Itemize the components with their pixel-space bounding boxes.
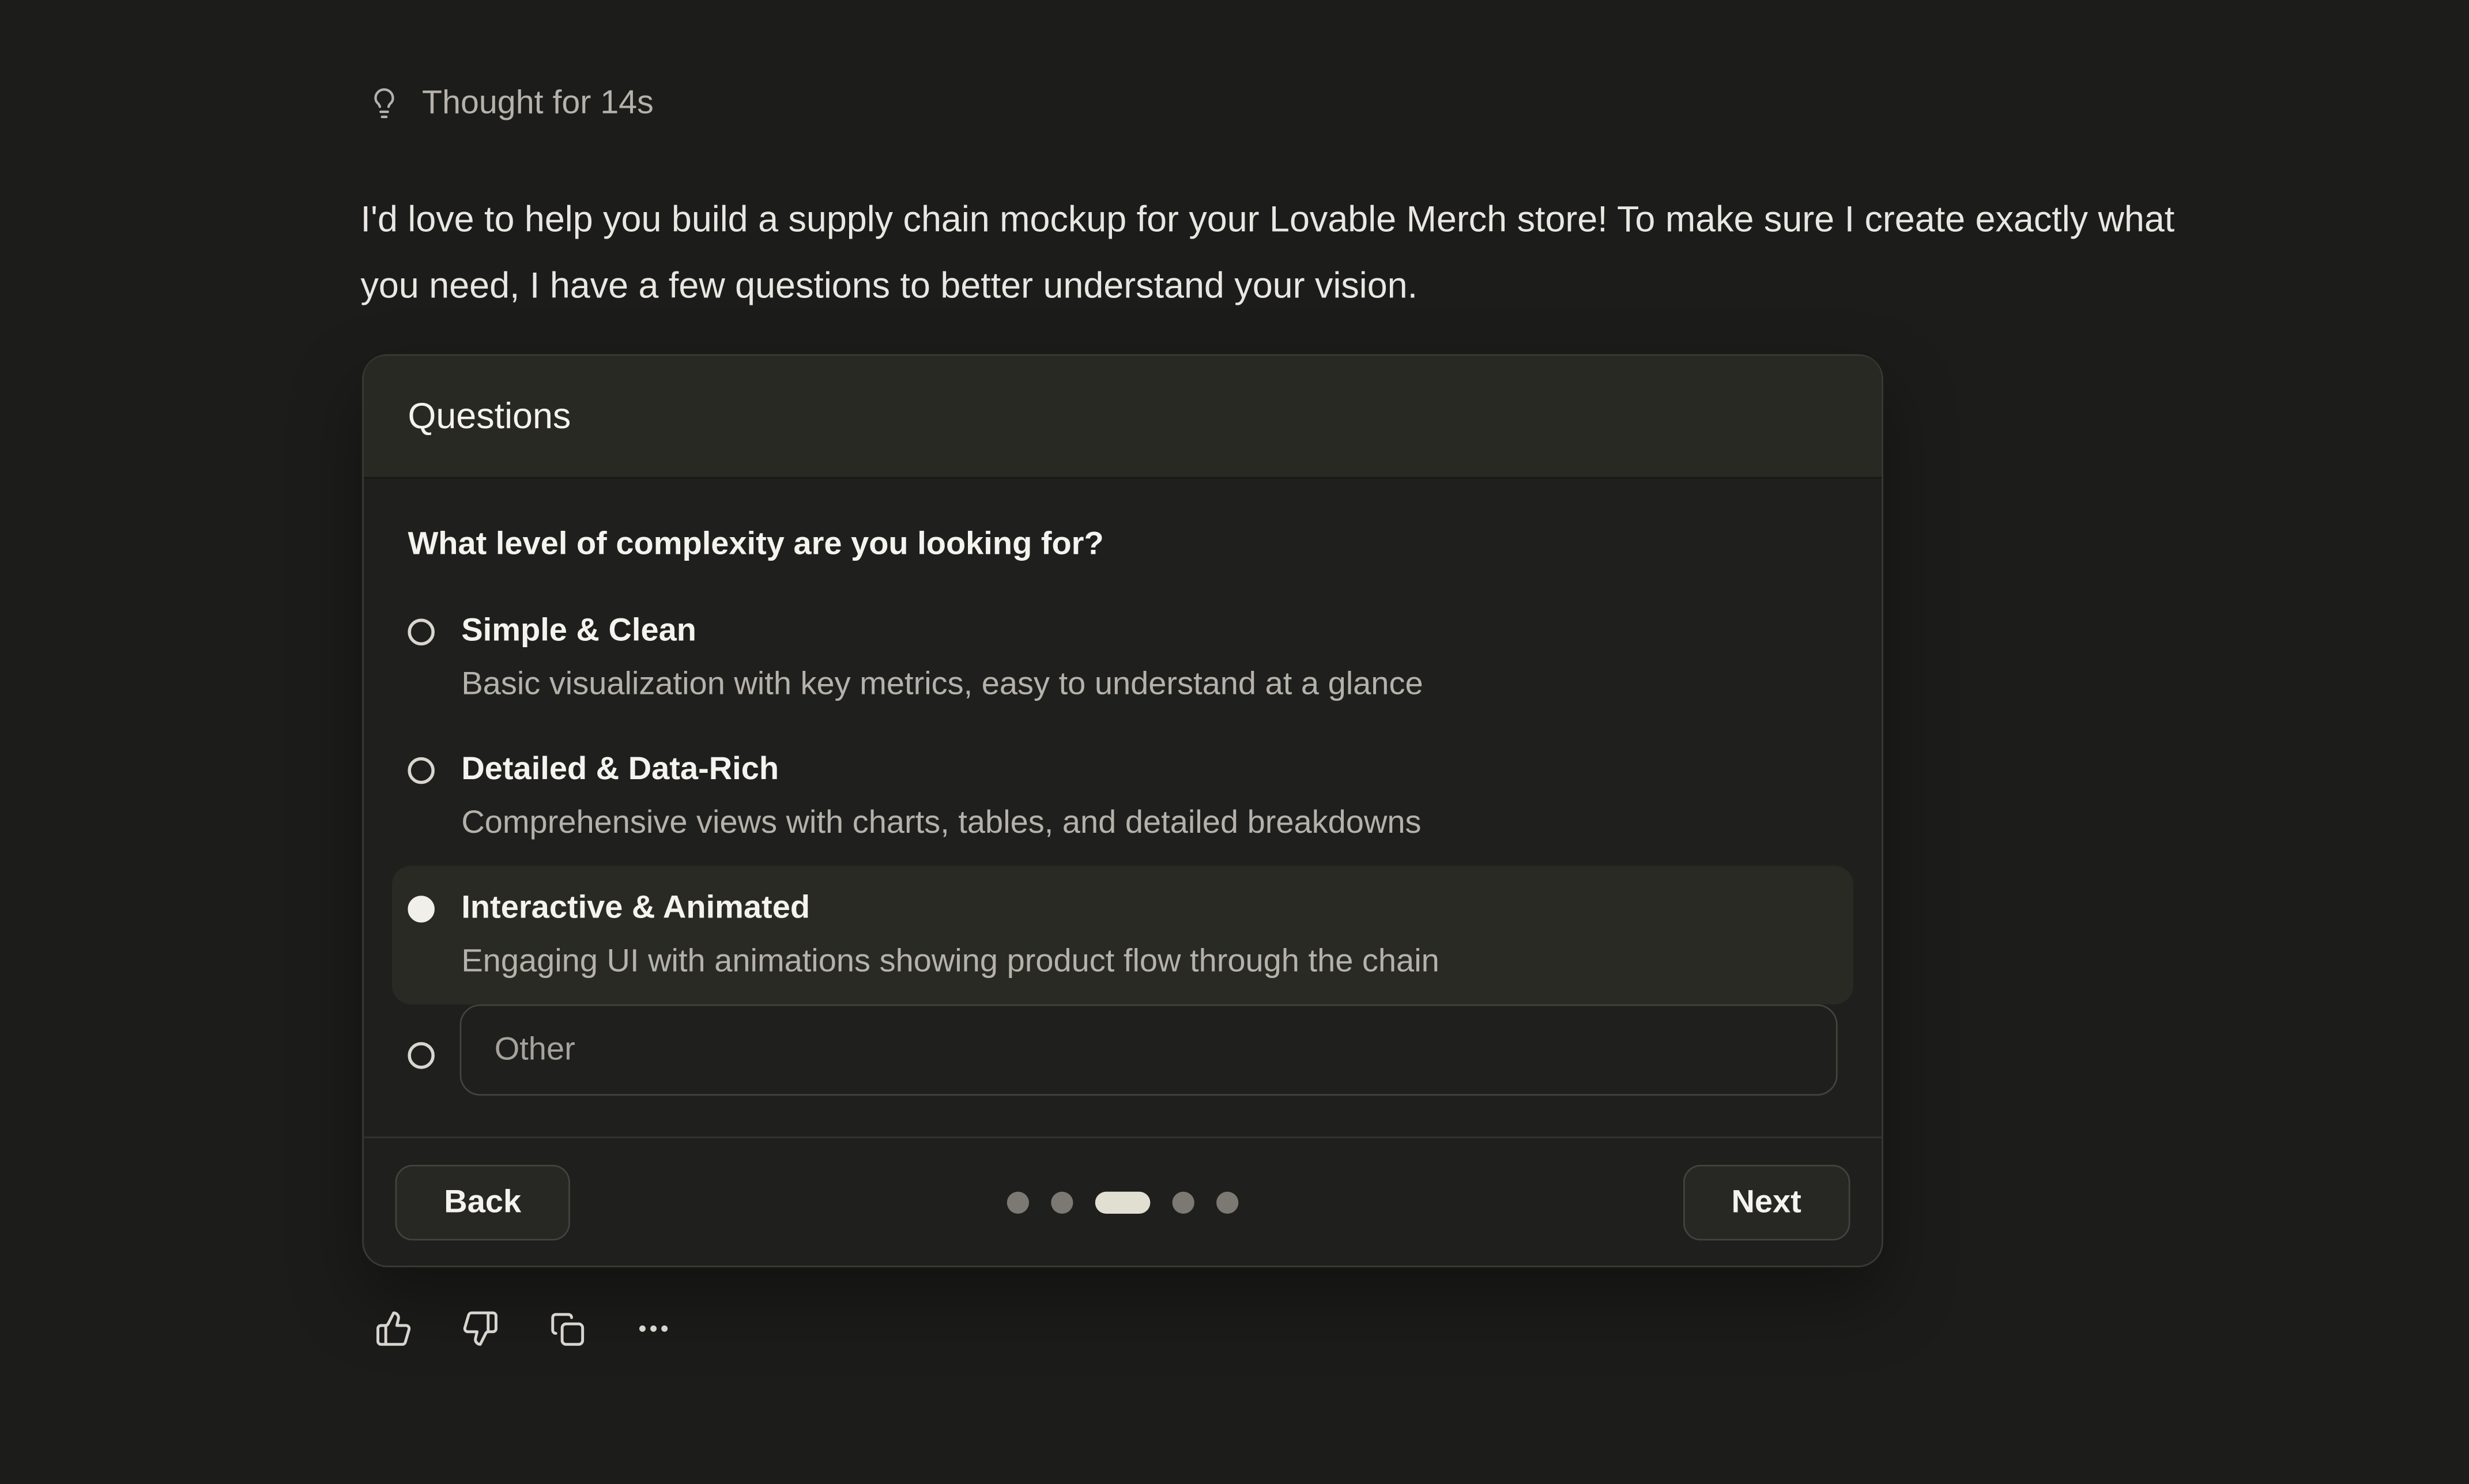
ellipsis-icon (635, 1310, 673, 1348)
option-description: Comprehensive views with charts, tables,… (461, 800, 1421, 847)
chat-page: Thought for 14s I'd love to help you bui… (0, 0, 2469, 1484)
question-text: What level of complexity are you looking… (408, 521, 1837, 568)
pagination-dot-active (1095, 1191, 1151, 1213)
option-label: Detailed & Data-Rich (461, 746, 1421, 794)
option-interactive-animated[interactable]: Interactive & Animated Engaging UI with … (392, 866, 1853, 1004)
thumbs-up-icon (375, 1310, 413, 1348)
copy-button[interactable] (548, 1310, 586, 1348)
card-body: What level of complexity are you looking… (364, 478, 1882, 1096)
pagination-dot (1216, 1191, 1238, 1213)
pagination-dots (1007, 1191, 1239, 1213)
option-label: Simple & Clean (461, 607, 1423, 655)
questions-card: Questions What level of complexity are y… (362, 354, 1883, 1267)
option-simple-clean[interactable]: Simple & Clean Basic visualization with … (392, 589, 1853, 727)
pagination-dot (1173, 1191, 1194, 1213)
pagination-dot (1051, 1191, 1073, 1213)
option-detailed-data-rich[interactable]: Detailed & Data-Rich Comprehensive views… (392, 727, 1853, 866)
radio-icon[interactable] (408, 757, 434, 784)
option-label: Interactive & Animated (461, 885, 1439, 932)
message-actions (375, 1310, 672, 1348)
card-footer: Back Next (364, 1136, 1882, 1266)
back-button[interactable]: Back (395, 1164, 570, 1240)
lightbulb-icon (367, 84, 401, 124)
other-input[interactable] (460, 1005, 1838, 1096)
more-options-button[interactable] (635, 1310, 673, 1348)
thumbs-up-button[interactable] (375, 1310, 413, 1348)
thinking-summary-toggle[interactable]: Thought for 14s (367, 84, 653, 124)
assistant-message: I'd love to help you build a supply chai… (361, 186, 2234, 318)
card-header: Questions (364, 356, 1882, 478)
thought-label: Thought for 14s (422, 85, 654, 123)
thumbs-down-button[interactable] (461, 1310, 499, 1348)
radio-icon[interactable] (408, 896, 434, 922)
option-other[interactable] (408, 1005, 1837, 1096)
pagination-dot (1007, 1191, 1029, 1213)
card-title: Questions (408, 395, 571, 438)
next-button[interactable]: Next (1683, 1164, 1850, 1240)
option-description: Basic visualization with key metrics, ea… (461, 661, 1423, 708)
option-description: Engaging UI with animations showing prod… (461, 938, 1439, 985)
radio-icon[interactable] (408, 1042, 434, 1068)
radio-icon[interactable] (408, 618, 434, 645)
thumbs-down-icon (461, 1310, 499, 1348)
copy-icon (548, 1310, 586, 1348)
